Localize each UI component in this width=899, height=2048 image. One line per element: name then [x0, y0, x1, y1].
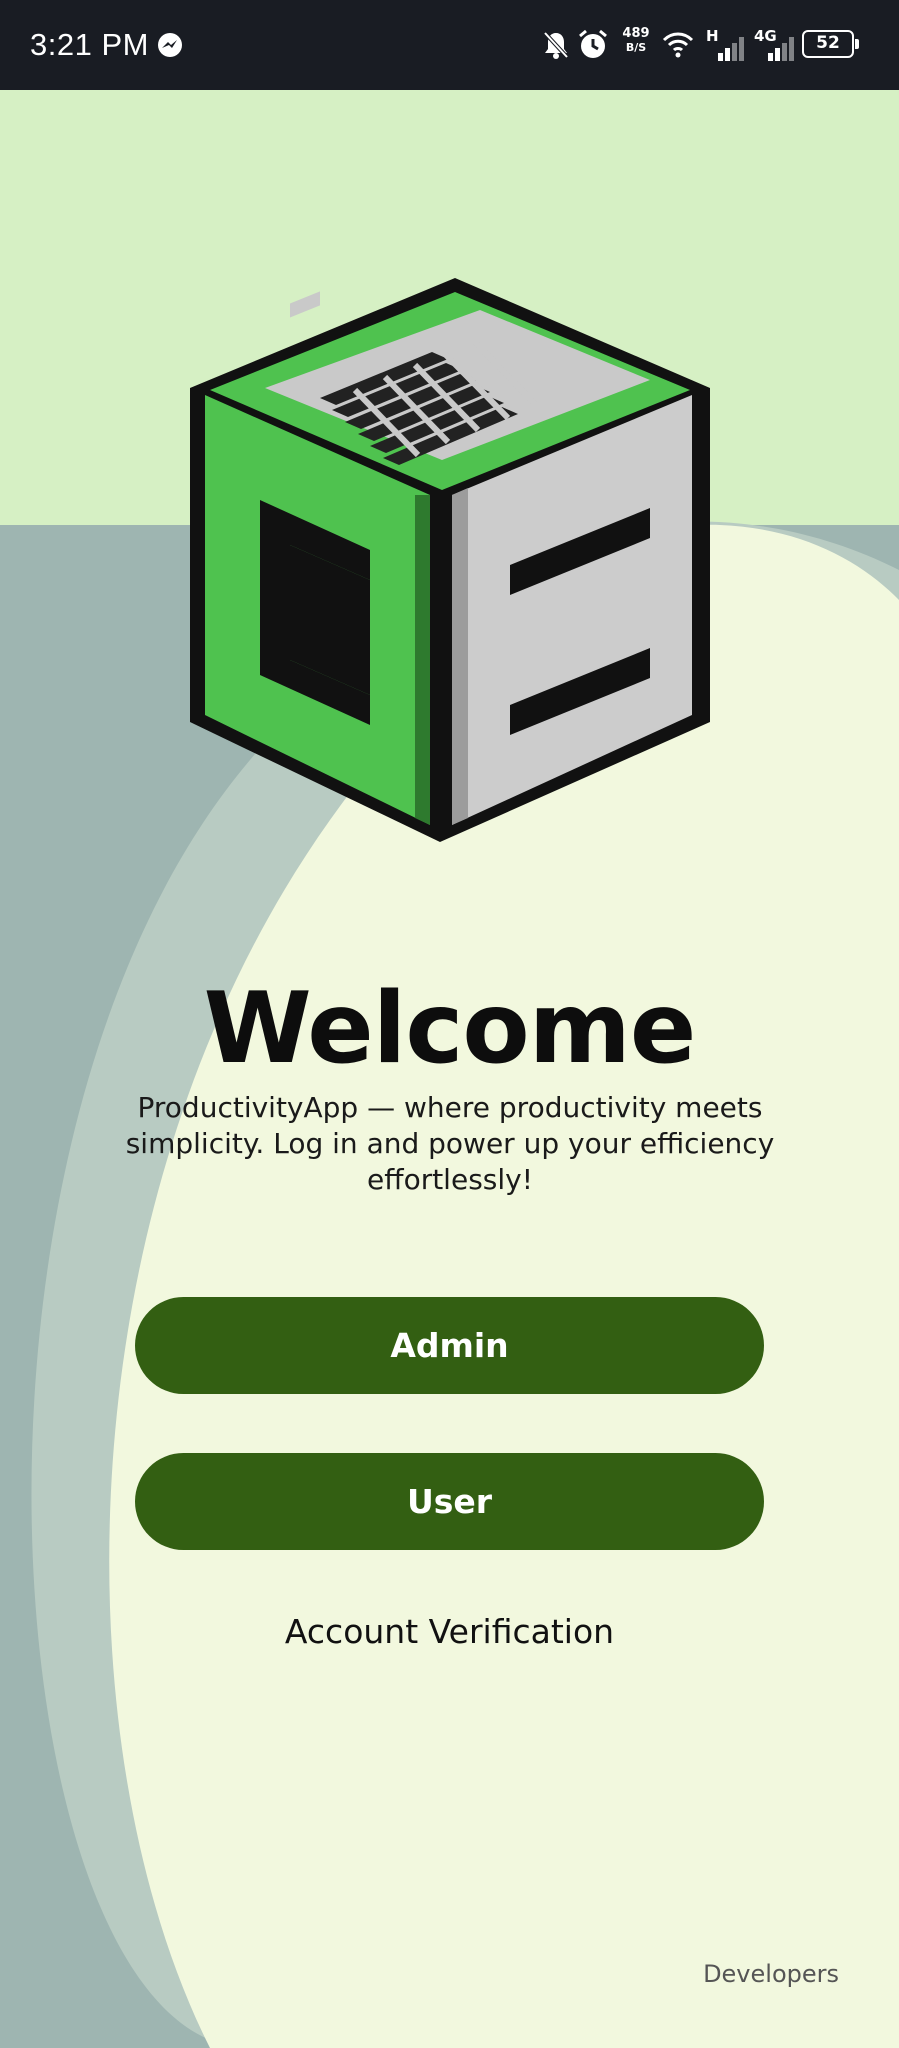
welcome-title: Welcome: [203, 972, 697, 1086]
net-speed-unit: B/S: [625, 41, 647, 54]
signal-icon: [718, 37, 744, 61]
user-button[interactable]: User: [135, 1453, 764, 1550]
battery-icon: 52: [802, 30, 859, 58]
tagline-text: ProductivityApp — where productivity mee…: [125, 1091, 775, 1196]
wifi-icon: [662, 32, 694, 58]
status-bar: 3:21 PM 489 B/S H 4G 52: [0, 0, 899, 90]
messenger-icon: [158, 33, 182, 57]
admin-button[interactable]: Admin: [135, 1297, 764, 1394]
battery-level: 52: [816, 33, 840, 53]
signal-1-label: H: [706, 27, 719, 45]
developers-link[interactable]: Developers: [703, 1960, 839, 1988]
status-time: 3:21 PM: [30, 27, 149, 62]
alarm-icon: [579, 29, 607, 58]
signal-icon: [768, 37, 794, 61]
account-verification-link[interactable]: Account Verification: [0, 1612, 899, 1651]
mute-icon: [543, 31, 569, 59]
net-speed-value: 489: [622, 26, 650, 41]
app-logo: [190, 278, 710, 842]
net-speed: 489 B/S: [620, 27, 652, 55]
signal-2: 4G: [754, 27, 798, 61]
signal-1: H: [706, 27, 748, 61]
